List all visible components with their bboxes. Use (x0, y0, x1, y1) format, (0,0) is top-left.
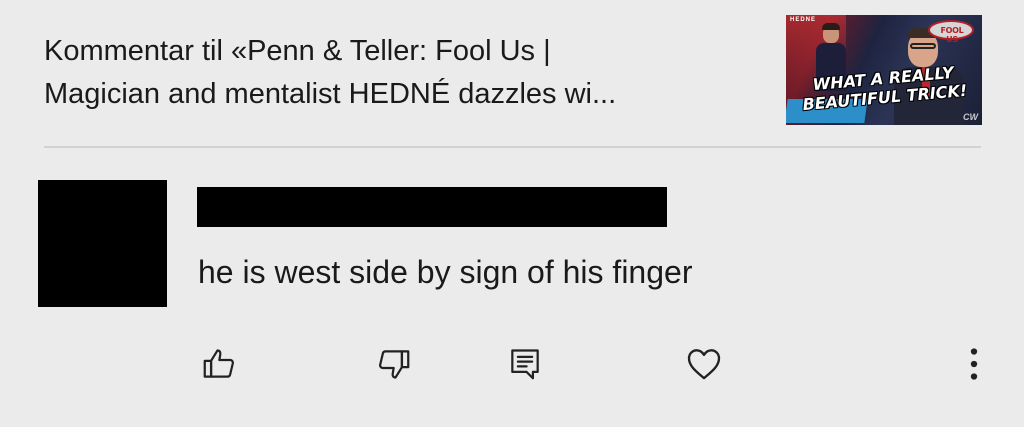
author-name-redacted[interactable] (197, 187, 667, 227)
video-title-line-2: Magician and mentalist HEDNÉ dazzles wi.… (44, 78, 617, 110)
network-logo: CW (963, 112, 978, 122)
header-divider (44, 146, 981, 148)
reply-button[interactable] (503, 342, 547, 386)
reply-icon (511, 349, 539, 380)
thumbnail-corner-text: HEDNE (790, 17, 817, 23)
like-button[interactable] (197, 342, 241, 386)
fool-us-badge: FOOL US (924, 17, 978, 44)
dislike-button[interactable] (372, 342, 416, 386)
video-title-line-1: Kommentar til «Penn & Teller: Fool Us | (44, 35, 551, 67)
avatar[interactable] (38, 180, 167, 307)
more-options-button[interactable] (952, 342, 996, 386)
comment-text: he is west side by sign of his finger (198, 254, 693, 290)
heart-button[interactable] (682, 342, 726, 386)
video-title[interactable]: Kommentar til «Penn & Teller: Fool Us | … (44, 30, 764, 116)
heart-icon (687, 349, 721, 380)
thumbs-up-icon (203, 349, 234, 378)
video-thumbnail[interactable]: HEDNE FOOL US WHAT A REALLY BEAUTIFUL TR… (786, 15, 982, 125)
more-vertical-icon (970, 348, 978, 380)
thumbs-down-icon (379, 350, 410, 379)
comment-page: Kommentar til «Penn & Teller: Fool Us | … (0, 0, 1024, 427)
